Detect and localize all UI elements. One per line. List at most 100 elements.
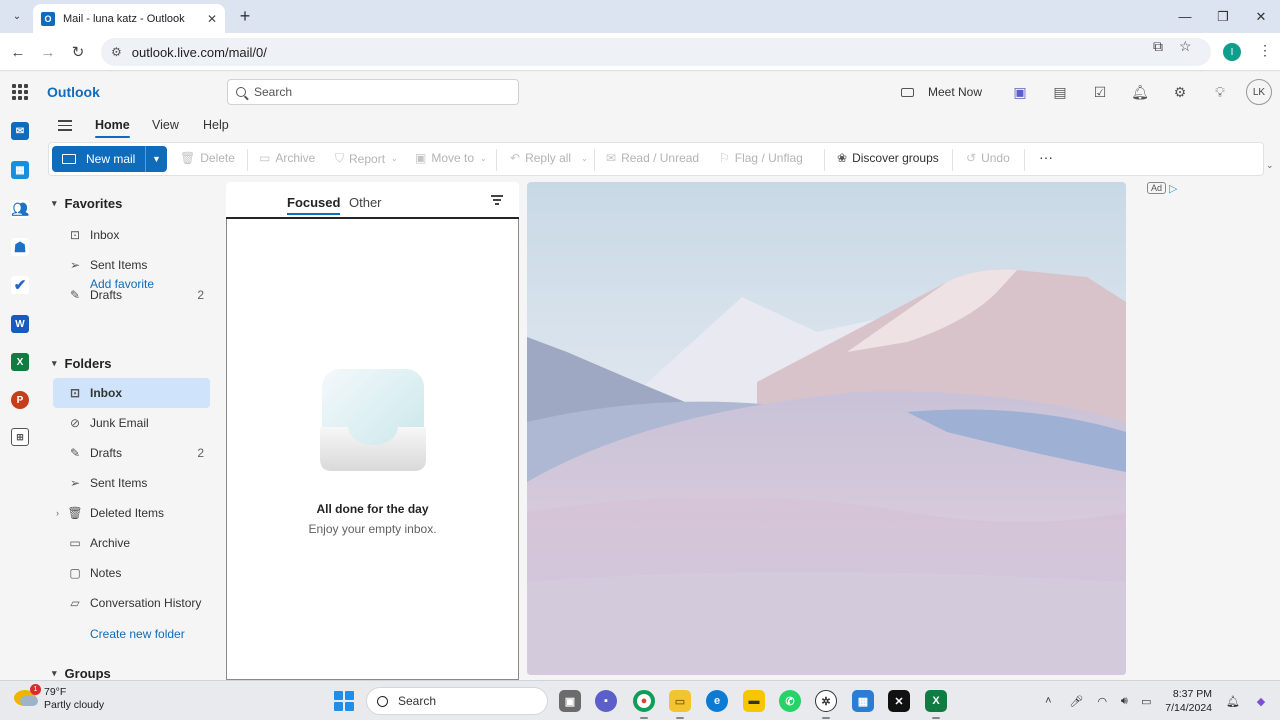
- browser-menu-icon[interactable]: ⋮: [1258, 42, 1272, 59]
- bookmark-star-icon[interactable]: ☆: [1179, 38, 1192, 55]
- whatsapp-icon[interactable]: ✆: [779, 690, 801, 712]
- calendar-app-icon[interactable]: ▦: [11, 161, 29, 179]
- microphone-icon[interactable]: 🎤︎: [1065, 695, 1087, 708]
- browser-profile-avatar[interactable]: I: [1223, 43, 1241, 61]
- windows-start-icon[interactable]: [334, 691, 354, 711]
- back-icon[interactable]: ←: [8, 42, 28, 62]
- wifi-icon[interactable]: ◠: [1091, 695, 1113, 708]
- forward-icon[interactable]: →: [38, 42, 58, 62]
- move-to-button[interactable]: ▣ Move to ⌄: [415, 151, 487, 165]
- show-hidden-icons-chevron-icon[interactable]: ˄: [1037, 695, 1059, 707]
- powerpoint-app-icon[interactable]: P: [11, 391, 29, 409]
- mail-app-icon[interactable]: ✉: [11, 122, 29, 140]
- flag-unflag-button[interactable]: ⚐ Flag / Unflag: [719, 151, 803, 165]
- word-app-icon[interactable]: W: [11, 315, 29, 333]
- notifications-bell-icon[interactable]: 🔔︎: [1120, 72, 1160, 112]
- onenote-icon[interactable]: ▤: [1040, 72, 1080, 112]
- install-app-icon[interactable]: ⧉: [1153, 38, 1163, 55]
- reply-all-label: Reply all: [525, 151, 572, 165]
- close-window-icon[interactable]: ✕: [1242, 0, 1280, 33]
- windows-taskbar: 1 79°F Partly cloudy Search ▣ ▪ ● ▭ e ▬ …: [0, 680, 1280, 720]
- folder-label: Drafts: [90, 446, 123, 460]
- adchoices-icon[interactable]: ▷: [1169, 182, 1177, 195]
- url-text[interactable]: outlook.live.com/mail/0/: [132, 45, 267, 60]
- tips-lightbulb-icon[interactable]: 💡︎: [1200, 72, 1240, 112]
- taskbar-search-box[interactable]: Search: [366, 687, 548, 715]
- groups-icon: ❀: [837, 151, 848, 165]
- account-avatar[interactable]: LK: [1246, 79, 1272, 105]
- groups-header[interactable]: ▾ Groups: [52, 666, 111, 680]
- taskbar-clock[interactable]: 8:37 PM 7/14/2024: [1165, 687, 1212, 715]
- sticky-notes-icon[interactable]: ▬: [743, 690, 765, 712]
- discover-groups-button[interactable]: ❀ Discover groups: [837, 151, 939, 165]
- new-tab-button[interactable]: +: [235, 6, 255, 27]
- microsoft-store-icon[interactable]: ▦: [852, 690, 874, 712]
- weather-widget[interactable]: 1 79°F Partly cloudy: [14, 684, 104, 712]
- new-mail-dropdown-chevron-icon[interactable]: ▼: [145, 146, 167, 172]
- meet-now-button[interactable]: Meet Now: [900, 85, 982, 99]
- folder-item-drafts[interactable]: ✎ Drafts 2: [53, 438, 210, 468]
- ad-badge[interactable]: Ad: [1147, 182, 1167, 194]
- create-new-folder-link[interactable]: Create new folder: [90, 627, 185, 641]
- folder-item-deleted-items[interactable]: › 🗑︎ Deleted Items: [53, 498, 210, 528]
- task-view-icon[interactable]: ▣: [559, 690, 581, 712]
- chatgpt-icon[interactable]: ✲: [815, 690, 837, 712]
- tab-home[interactable]: Home: [95, 118, 130, 138]
- excel-taskbar-icon[interactable]: X: [925, 690, 947, 712]
- site-settings-icon[interactable]: ⚙: [111, 45, 122, 59]
- ribbon-expand-chevron-icon[interactable]: ⌄: [1266, 160, 1274, 171]
- file-explorer-icon[interactable]: ▭: [669, 690, 691, 712]
- archive-button[interactable]: ▭ Archive: [259, 151, 315, 165]
- settings-gear-icon[interactable]: ⚙: [1160, 72, 1200, 112]
- tab-view[interactable]: View: [152, 118, 179, 132]
- search-input[interactable]: Search: [227, 79, 519, 105]
- my-day-icon[interactable]: ☑: [1080, 72, 1120, 112]
- send-icon: ➢: [69, 476, 81, 490]
- tab-help[interactable]: Help: [203, 118, 229, 132]
- folder-item-inbox[interactable]: ⊡ Inbox: [53, 378, 210, 408]
- tab-search-menu-button[interactable]: ⌄: [6, 6, 28, 26]
- folder-item-notes[interactable]: ▢ Notes: [53, 558, 210, 588]
- outlook-favicon-icon: O: [41, 11, 55, 26]
- teams-chat-icon[interactable]: ▪: [595, 690, 617, 712]
- volume-icon[interactable]: 🔊︎: [1113, 695, 1135, 708]
- hamburger-menu-icon[interactable]: [58, 120, 72, 131]
- minimize-icon[interactable]: —: [1166, 0, 1204, 33]
- close-tab-icon[interactable]: ✕: [207, 12, 217, 26]
- folder-item-junk-email[interactable]: ⊘ Junk Email: [53, 408, 210, 438]
- reload-icon[interactable]: ↻: [68, 42, 88, 62]
- filter-icon[interactable]: [491, 195, 503, 207]
- folder-item-archive[interactable]: ▭ Archive: [53, 528, 210, 558]
- new-mail-button[interactable]: New mail ▼: [52, 146, 167, 172]
- chevron-right-icon[interactable]: ›: [56, 508, 59, 518]
- app-launcher-icon[interactable]: [12, 84, 28, 100]
- reply-all-button[interactable]: ↶ Reply all ⌄: [510, 151, 588, 165]
- folder-item-conversation-history[interactable]: ▱ Conversation History: [53, 588, 210, 618]
- edge-icon[interactable]: e: [706, 690, 728, 712]
- tab-other[interactable]: Other: [349, 195, 382, 210]
- tab-focused[interactable]: Focused: [287, 195, 341, 215]
- groups-app-icon[interactable]: ☗: [11, 238, 29, 256]
- more-apps-icon[interactable]: ⊞: [11, 428, 29, 446]
- excel-app-icon[interactable]: X: [11, 353, 29, 371]
- add-favorite-link[interactable]: Add favorite: [90, 277, 154, 291]
- folder-item-sent-items[interactable]: ➢ Sent Items: [53, 468, 210, 498]
- read-unread-button[interactable]: ✉ Read / Unread: [606, 151, 699, 165]
- delete-button[interactable]: 🗑︎ Delete: [180, 151, 235, 165]
- copilot-icon[interactable]: ◆: [1250, 695, 1272, 708]
- restore-icon[interactable]: ❐: [1204, 0, 1242, 33]
- url-omnibox[interactable]: ⚙ outlook.live.com/mail/0/: [101, 38, 1211, 66]
- battery-icon[interactable]: ▭: [1135, 695, 1157, 708]
- teams-icon[interactable]: ▣: [1000, 72, 1040, 112]
- capcut-icon[interactable]: ✕: [888, 690, 910, 712]
- undo-button[interactable]: ↺ Undo: [966, 151, 1010, 165]
- people-app-icon[interactable]: 👥︎: [11, 200, 29, 218]
- todo-app-icon[interactable]: ✔: [11, 276, 29, 294]
- folders-header[interactable]: ▾ Folders: [52, 356, 112, 371]
- more-options-button[interactable]: ···: [1039, 149, 1053, 165]
- app-brand[interactable]: Outlook: [47, 84, 100, 100]
- notifications-bell-icon[interactable]: 🔔︎: [1222, 695, 1244, 708]
- chrome-icon[interactable]: ●: [633, 690, 655, 712]
- report-button[interactable]: ⛉ Report ⌄: [335, 151, 398, 166]
- browser-tab[interactable]: O Mail - luna katz - Outlook ✕: [33, 4, 225, 33]
